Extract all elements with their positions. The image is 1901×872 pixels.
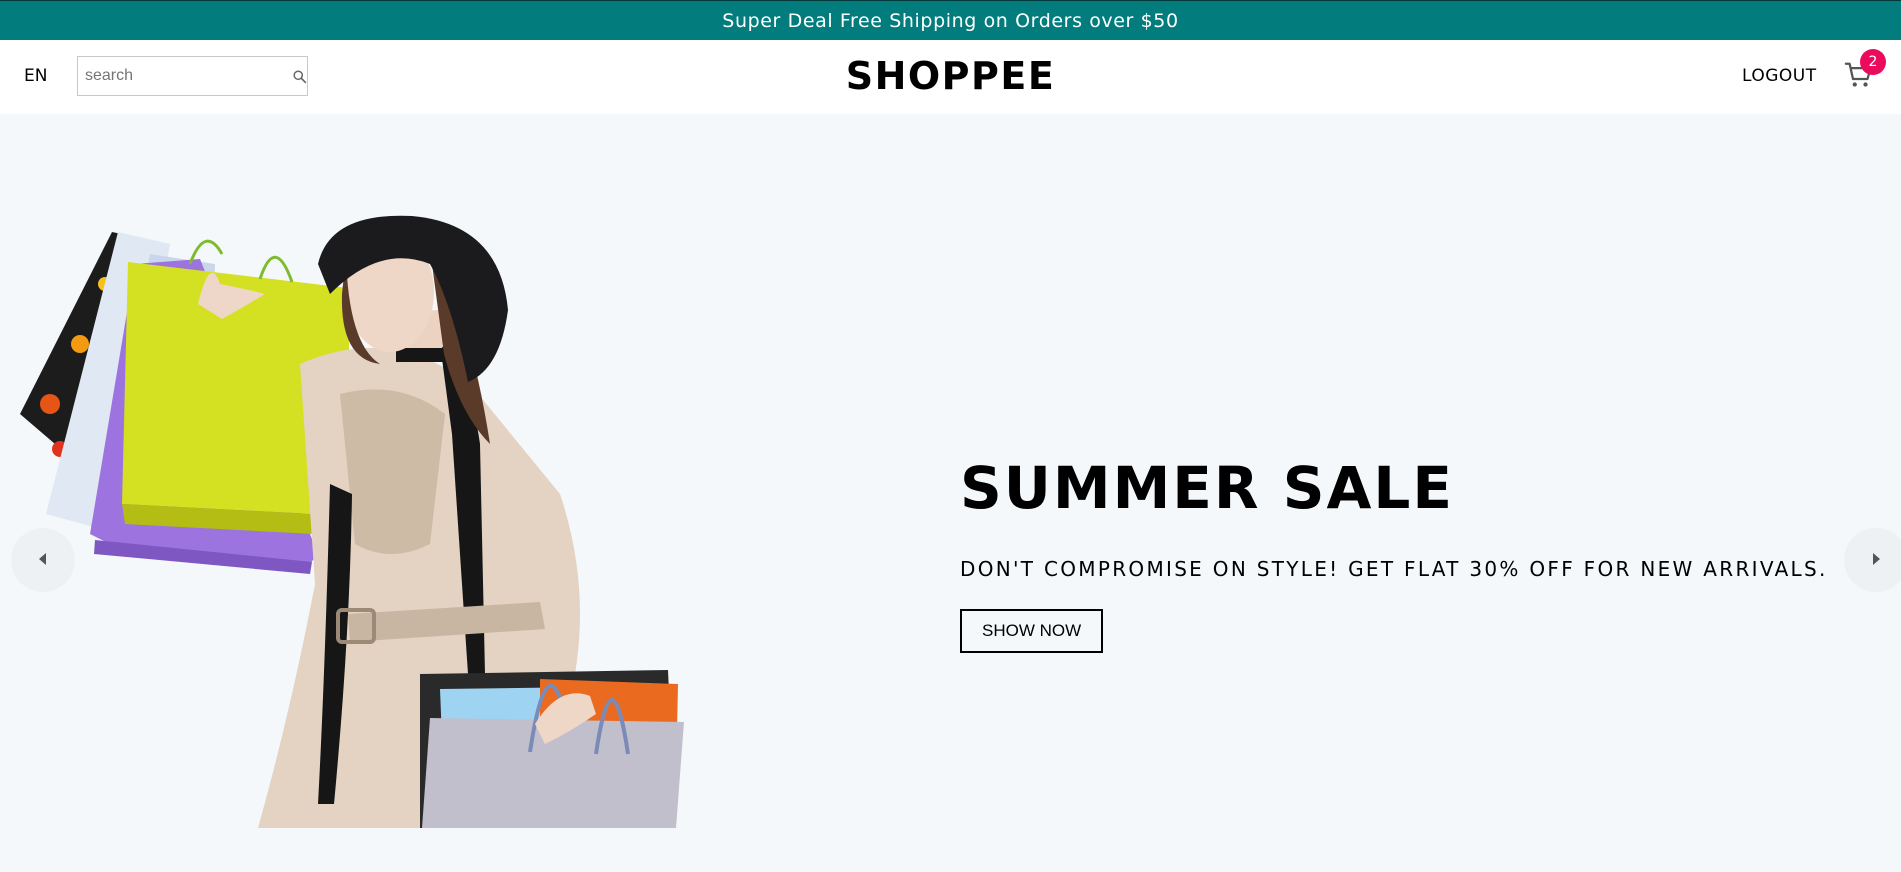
hero-image	[20, 215, 684, 828]
hero-title: SUMMER SALE	[960, 454, 1455, 522]
logo-text[interactable]: SHOPPEE	[846, 54, 1056, 98]
show-now-button[interactable]: SHOW NOW	[960, 609, 1104, 653]
logout-link[interactable]: LOGOUT	[1742, 66, 1817, 86]
next-slide-button[interactable]	[1844, 528, 1901, 592]
search-box	[77, 56, 308, 96]
search-input[interactable]	[78, 57, 292, 95]
arrow-right-icon	[1870, 551, 1882, 570]
cart-count-badge: 2	[1860, 49, 1886, 75]
announcement-text: Super Deal Free Shipping on Orders over …	[722, 9, 1179, 32]
hero-description: DON'T COMPROMISE ON STYLE! GET FLAT 30% …	[960, 557, 1828, 581]
hero-content: SUMMER SALE DON'T COMPROMISE ON STYLE! G…	[960, 459, 1828, 653]
language-label[interactable]: EN	[24, 66, 47, 86]
announcement-bar: Super Deal Free Shipping on Orders over …	[0, 0, 1901, 40]
search-icon[interactable]	[292, 69, 307, 84]
navbar: EN SHOPPEE LOGOUT 2	[0, 40, 1901, 114]
hero-slider: SUMMER SALE DON'T COMPROMISE ON STYLE! G…	[0, 114, 1901, 872]
